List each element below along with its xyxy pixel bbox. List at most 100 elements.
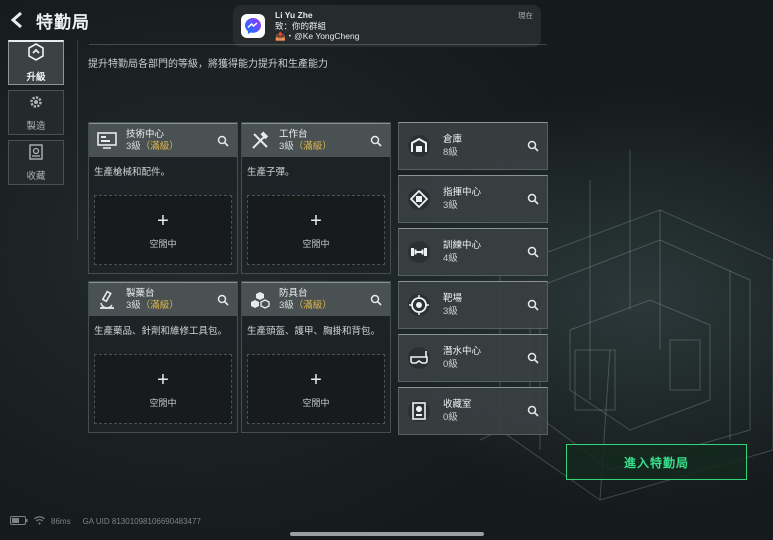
tools-icon <box>248 129 272 153</box>
header: 特勤局 <box>8 8 90 32</box>
tab-collection-label: 收藏 <box>26 170 46 182</box>
card-description: 生產子彈。 <box>247 167 295 178</box>
target-icon <box>405 291 433 319</box>
card-level-value: 3級 <box>279 299 294 311</box>
facility-diving-center[interactable]: 潛水中心 0級 <box>398 334 548 382</box>
armor-boxes-icon <box>248 288 272 312</box>
notification-sender: Li Yu Zhe <box>275 10 313 20</box>
notification-banner[interactable]: Li Yu Zhe 致：你的群組 📤・@Ke YongCheng 現在 <box>233 5 541 47</box>
card-maxed-label: （滿級） <box>140 299 179 311</box>
card-level: 3級（滿級） <box>126 141 215 153</box>
facility-name: 收藏室 <box>443 399 472 410</box>
card-level: 3級（滿級） <box>279 141 368 153</box>
card-level: 3級（滿級） <box>279 300 368 312</box>
header-divider <box>89 44 547 45</box>
production-slot[interactable]: + 空閒中 <box>247 354 385 424</box>
chevron-left-icon[interactable] <box>8 10 26 30</box>
background-line <box>77 40 78 240</box>
magnifier-icon[interactable] <box>525 403 541 419</box>
notification-recipient: 致：你的群組 <box>275 20 327 31</box>
card-description: 生產槍械和配件。 <box>94 167 171 178</box>
plus-icon: + <box>310 209 322 232</box>
slot-status: 空閒中 <box>149 397 177 408</box>
notification-detail: 📤・@Ke YongCheng <box>275 31 360 41</box>
diving-mask-icon <box>405 344 433 372</box>
magnifier-icon[interactable] <box>525 350 541 366</box>
magnifier-icon[interactable] <box>368 133 384 149</box>
magnifier-icon[interactable] <box>525 191 541 207</box>
card-description: 生產頭盔、護甲、胸掛和背包。 <box>247 326 381 337</box>
card-maxed-label: （滿級） <box>293 140 332 152</box>
magnifier-icon[interactable] <box>525 244 541 260</box>
workshop-card-workbench[interactable]: 工作台 3級（滿級） 生產子彈。 + 空閒中 <box>241 122 391 274</box>
card-header: 技術中心 3級（滿級） <box>89 123 237 157</box>
wifi-icon <box>34 516 45 527</box>
card-level-value: 3級 <box>126 140 141 152</box>
status-bar: 86ms GA UID 8130109810669048347​7 <box>10 516 201 527</box>
facility-training-center[interactable]: 訓練中心 4級 <box>398 228 548 276</box>
messenger-icon <box>241 14 265 38</box>
upgrade-icon <box>27 43 45 66</box>
card-name: 技術中心 <box>126 128 165 140</box>
facility-name: 倉庫 <box>443 134 463 145</box>
notification-time: 現在 <box>518 11 533 20</box>
facility-level: 8級 <box>443 147 458 158</box>
card-name: 製藥台 <box>126 287 155 299</box>
gear-icon <box>28 94 44 115</box>
slot-status: 空閒中 <box>149 238 177 249</box>
workshop-card-armory[interactable]: 防具台 3級（滿級） 生產頭盔、護甲、胸掛和背包。 + 空閒中 <box>241 281 391 433</box>
card-header: 防具台 3級（滿級） <box>242 282 390 316</box>
card-description: 生產藥品、針劑和維修工具包。 <box>94 326 228 337</box>
tab-upgrade-label: 升級 <box>26 72 46 83</box>
tab-manufacture-label: 製造 <box>26 120 46 132</box>
card-level-value: 3級 <box>279 140 294 152</box>
tab-collection[interactable]: 收藏 <box>8 140 64 185</box>
facility-name: 指揮中心 <box>443 187 482 198</box>
page-title: 特勤局 <box>36 12 90 32</box>
home-indicator[interactable] <box>290 532 484 536</box>
facility-shooting-range[interactable]: 靶場 3級 <box>398 281 548 329</box>
tab-upgrade[interactable]: 升級 <box>8 40 64 85</box>
tab-manufacture[interactable]: 製造 <box>8 90 64 135</box>
notification-text: Li Yu Zhe 致：你的群組 📤・@Ke YongCheng <box>275 10 518 42</box>
command-chip-icon <box>405 185 433 213</box>
facility-level: 3級 <box>443 200 458 211</box>
card-header: 工作台 3級（滿級） <box>242 123 390 157</box>
facility-level: 0級 <box>443 412 458 423</box>
facility-warehouse[interactable]: 倉庫 8級 <box>398 122 548 170</box>
facility-level: 0級 <box>443 359 458 370</box>
card-maxed-label: （滿級） <box>140 140 179 152</box>
card-level: 3級（滿級） <box>126 300 215 312</box>
magnifier-icon[interactable] <box>368 292 384 308</box>
production-slot[interactable]: + 空閒中 <box>247 195 385 265</box>
workshop-card-pharmacy[interactable]: 製藥台 3級（滿級） 生產藥品、針劑和維修工具包。 + 空閒中 <box>88 281 238 433</box>
plus-icon: + <box>157 209 169 232</box>
facility-collection-room[interactable]: 收藏室 0級 <box>398 387 548 435</box>
workshop-card-tech-center[interactable]: 技術中心 3級（滿級） 生產槍械和配件。 + 空閒中 <box>88 122 238 274</box>
dumbbell-icon <box>405 238 433 266</box>
card-name: 防具台 <box>279 287 308 299</box>
side-tabs: 升級 製造 收藏 <box>8 40 64 190</box>
ping-value: 86ms <box>51 517 71 526</box>
slot-status: 空閒中 <box>302 397 330 408</box>
facility-name: 訓練中心 <box>443 240 482 251</box>
plus-icon: + <box>310 368 322 391</box>
plus-icon: + <box>157 368 169 391</box>
production-slot[interactable]: + 空閒中 <box>94 354 232 424</box>
collection-icon <box>28 143 44 165</box>
warehouse-icon <box>405 132 433 160</box>
magnifier-icon[interactable] <box>215 133 231 149</box>
facility-command-center[interactable]: 指揮中心 3級 <box>398 175 548 223</box>
magnifier-icon[interactable] <box>215 292 231 308</box>
card-header: 製藥台 3級（滿級） <box>89 282 237 316</box>
magnifier-icon[interactable] <box>525 138 541 154</box>
production-slot[interactable]: + 空閒中 <box>94 195 232 265</box>
magnifier-icon[interactable] <box>525 297 541 313</box>
card-maxed-label: （滿級） <box>293 299 332 311</box>
computer-icon <box>95 129 119 153</box>
page-subtitle: 提升特勤局各部門的等級，將獲得能力提升和生產能力 <box>88 59 328 70</box>
trophy-case-icon <box>405 397 433 425</box>
user-uid: GA UID 8130109810669048347​7 <box>82 517 201 526</box>
enter-headquarters-button[interactable]: 進入特勤局 <box>566 444 747 480</box>
facility-level: 3級 <box>443 306 458 317</box>
